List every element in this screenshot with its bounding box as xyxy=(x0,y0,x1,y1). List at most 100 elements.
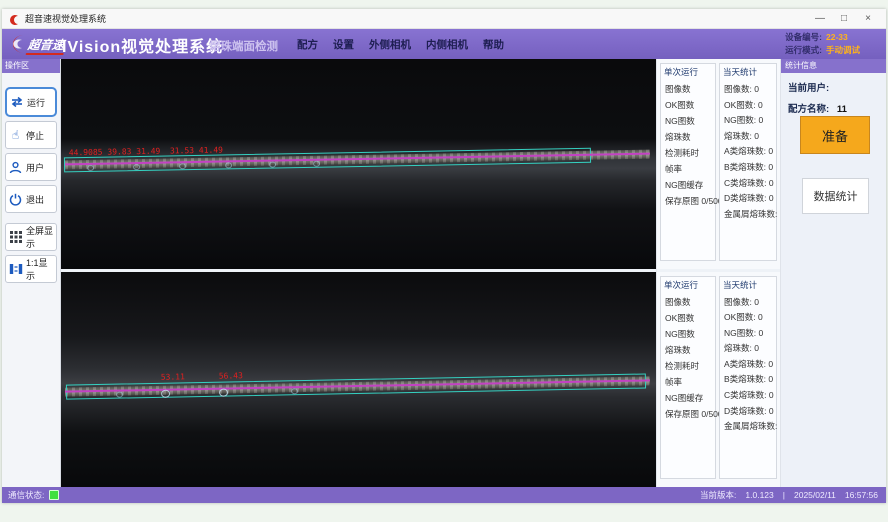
maximize-button[interactable]: □ xyxy=(832,10,856,28)
menu-recipe[interactable]: 配方 xyxy=(297,37,318,52)
fullscreen-button[interactable]: 全屏显示 xyxy=(5,223,57,251)
menu-settings[interactable]: 设置 xyxy=(333,37,354,52)
current-user-row: 当前用户: xyxy=(788,80,886,94)
brand-swirl-icon xyxy=(5,31,27,62)
window-controls: — □ × xyxy=(808,10,880,28)
stat-row: NG图数: 0 xyxy=(724,327,776,343)
menu-inner-camera[interactable]: 内侧相机 xyxy=(426,37,468,52)
comm-status-label: 通信状态: xyxy=(8,489,44,501)
data-statistics-button[interactable]: 数据统计 xyxy=(802,178,869,214)
device-id-label: 设备编号: xyxy=(785,32,822,42)
app-subtitle: 熔珠端面检测 xyxy=(209,38,278,54)
status-date: 2025/02/11 xyxy=(794,490,836,500)
comm-status-indicator xyxy=(49,490,59,500)
info-panel-header: 统计信息 xyxy=(781,59,886,73)
detection-dot xyxy=(87,165,94,171)
device-id-value: 22-33 xyxy=(826,31,872,44)
stat-row: 熔珠数 xyxy=(665,131,715,147)
minimize-button[interactable]: — xyxy=(808,10,832,28)
camera-view-bottom[interactable]: 53.11 56.43 xyxy=(61,272,656,488)
one-to-one-label: 1:1显示 xyxy=(26,256,54,282)
today-stats-group: 当天统计 图像数: 0 OK图数: 0 NG图数: 0 熔珠数: 0 A类熔珠数… xyxy=(719,63,777,261)
run-mode-label: 运行模式: xyxy=(785,45,822,55)
stat-row: 熔珠数: 0 xyxy=(724,342,776,358)
stat-row: 熔珠数 xyxy=(665,344,715,360)
menu-outer-camera[interactable]: 外侧相机 xyxy=(369,37,411,52)
stat-row: 帧率 xyxy=(665,376,715,392)
measurement-label: 53.11 xyxy=(161,372,185,381)
one-to-one-button[interactable]: 1:1显示 xyxy=(5,255,57,283)
close-button[interactable]: × xyxy=(856,10,880,28)
user-button[interactable]: 用户 xyxy=(5,153,57,181)
run-button[interactable]: 运行 xyxy=(5,87,57,117)
stop-button[interactable]: ☝ 停止 xyxy=(5,121,57,149)
stat-row: D类熔珠数: 0 xyxy=(724,192,776,208)
stat-row: NG图数 xyxy=(665,328,715,344)
stat-row: 检测耗时 xyxy=(665,147,715,163)
camera-view-top[interactable]: 44.9085 39.83 31.49 31.53 41.49 xyxy=(61,59,656,269)
stat-row: NG图数 xyxy=(665,115,715,131)
stats-panel-top: 单次运行 图像数 OK图数 NG图数 熔珠数 检测耗时 帧率 NG图缓存 保存原… xyxy=(657,59,780,269)
recipe-name-value: 11 xyxy=(837,104,847,115)
stat-row: 图像数 xyxy=(665,83,715,99)
brand-name: 超音速 xyxy=(27,36,65,53)
today-stats-group: 当天统计 图像数: 0 OK图数: 0 NG图数: 0 熔珠数: 0 A类熔珠数… xyxy=(719,276,777,480)
app-logo-icon xyxy=(8,13,20,25)
version-label: 当前版本: xyxy=(700,489,736,501)
menu-help[interactable]: 帮助 xyxy=(483,37,504,52)
recipe-name-row: 配方名称: 11 xyxy=(788,101,886,115)
stat-row: 金属屑熔珠数: 0 xyxy=(724,420,776,436)
stat-row: 保存原图 0/500 xyxy=(665,195,715,211)
stat-row: OK图数 xyxy=(665,99,715,115)
one-to-one-icon xyxy=(8,262,23,277)
stat-row: NG图缓存 xyxy=(665,179,715,195)
stat-row: C类熔珠数: 0 xyxy=(724,177,776,193)
run-mode-value: 手动调试 xyxy=(826,44,872,57)
group-title: 单次运行 xyxy=(664,66,715,78)
run-label: 运行 xyxy=(27,96,45,109)
sidebar-buttons: 运行 ☝ 停止 用户 退出 xyxy=(2,73,60,283)
camera-area: 44.9085 39.83 31.49 31.53 41.49 53.11 56… xyxy=(61,59,656,487)
current-user-label: 当前用户: xyxy=(788,83,829,94)
detection-dot xyxy=(179,163,186,169)
stop-hand-icon: ☝ xyxy=(8,128,23,143)
window-titlebar[interactable]: 超音速视觉处理系统 — □ × xyxy=(2,9,886,29)
device-info: 设备编号: 22-33 运行模式: 手动调试 xyxy=(785,31,872,57)
app-header: 超音速 IVision视觉处理系统 熔珠端面检测 配方 设置 外侧相机 内侧相机… xyxy=(2,29,886,59)
power-icon xyxy=(8,192,23,207)
status-separator: | xyxy=(783,490,785,500)
single-run-group: 单次运行 图像数 OK图数 NG图数 熔珠数 检测耗时 帧率 NG图缓存 保存原… xyxy=(660,63,716,261)
run-icon xyxy=(9,95,24,110)
prepare-button[interactable]: 准备 xyxy=(800,116,870,154)
detection-dot xyxy=(219,388,228,396)
stat-row: B类熔珠数: 0 xyxy=(724,373,776,389)
stat-row: 图像数 xyxy=(665,296,715,312)
stat-row: 金属屑熔珠数: 0 xyxy=(724,208,776,224)
main-menu: 配方 设置 外侧相机 内侧相机 帮助 xyxy=(297,29,504,59)
detection-dot xyxy=(291,388,298,394)
user-icon xyxy=(8,160,23,175)
window-title: 超音速视觉处理系统 xyxy=(25,12,106,25)
operation-sidebar: 操作区 运行 ☝ 停止 用户 xyxy=(2,59,61,487)
stat-row: 图像数: 0 xyxy=(724,296,776,312)
group-title: 单次运行 xyxy=(664,279,715,291)
app-window: 超音速视觉处理系统 — □ × 超音速 IVision视觉处理系统 熔珠端面检测… xyxy=(2,9,886,503)
stop-label: 停止 xyxy=(26,129,44,142)
group-title: 当天统计 xyxy=(723,279,776,291)
statistics-column: 单次运行 图像数 OK图数 NG图数 熔珠数 检测耗时 帧率 NG图缓存 保存原… xyxy=(656,59,780,487)
stat-row: C类熔珠数: 0 xyxy=(724,389,776,405)
recipe-name-label: 配方名称: xyxy=(788,104,829,115)
stat-row: D类熔珠数: 0 xyxy=(724,405,776,421)
stat-row: OK图数 xyxy=(665,312,715,328)
detection-dot xyxy=(116,391,123,397)
detection-dot xyxy=(161,389,170,397)
fullscreen-label: 全屏显示 xyxy=(26,224,54,250)
stat-row: OK图数: 0 xyxy=(724,99,776,115)
stat-row: OK图数: 0 xyxy=(724,311,776,327)
version-info: 当前版本: 1.0.123 | 2025/02/11 16:57:56 xyxy=(700,489,878,501)
group-title: 当天统计 xyxy=(723,66,776,78)
status-bar: 通信状态: 当前版本: 1.0.123 | 2025/02/11 16:57:5… xyxy=(2,487,886,503)
stat-row: NG图数: 0 xyxy=(724,114,776,130)
detection-zone: 53.11 56.43 xyxy=(61,368,656,405)
exit-button[interactable]: 退出 xyxy=(5,185,57,213)
